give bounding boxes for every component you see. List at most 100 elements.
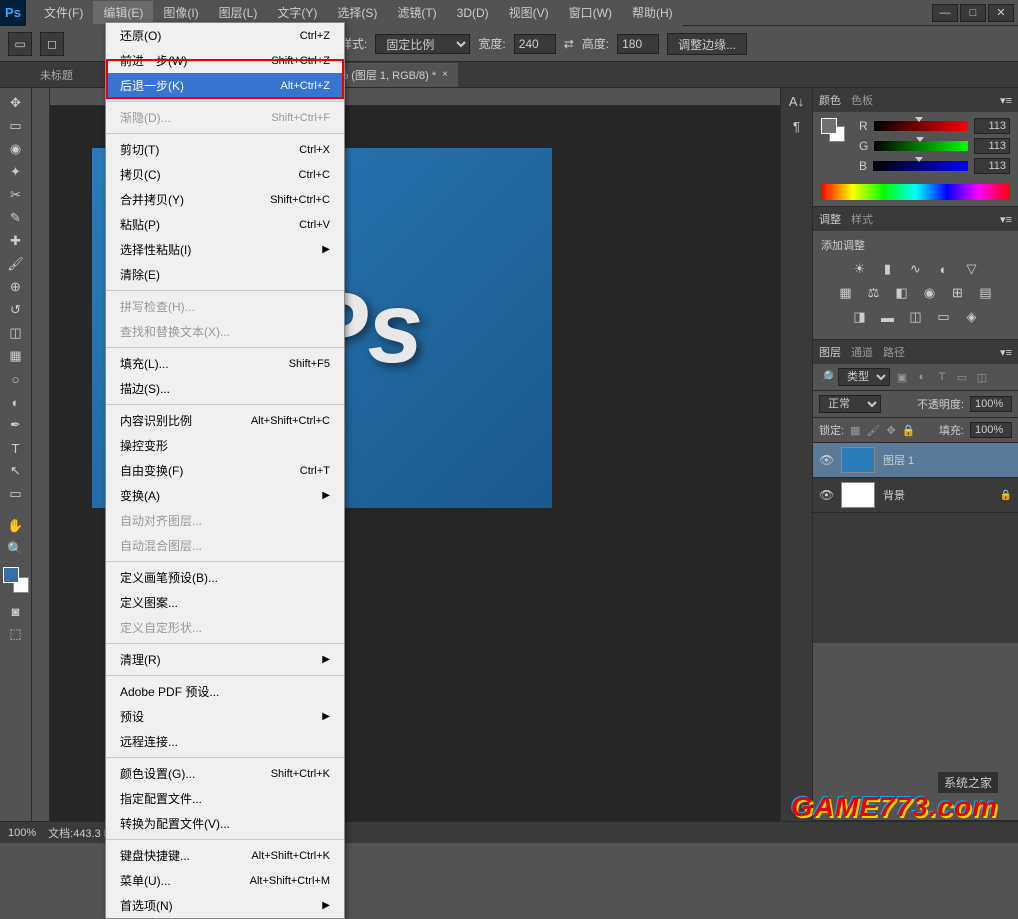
filter-adjust-icon[interactable]: ◐ [914,369,930,385]
stamp-tool[interactable]: ⊕ [4,276,28,298]
photo-filter-icon[interactable]: ◉ [921,285,939,301]
dodge-tool[interactable]: ◐ [4,391,28,413]
layer-thumbnail[interactable] [841,447,875,473]
maximize-button[interactable]: □ [960,4,986,22]
path-tool[interactable]: ↖ [4,460,28,482]
hand-tool[interactable]: ✋ [4,515,28,537]
panel-menu-icon[interactable]: ▾≡ [1000,346,1012,359]
menu-item[interactable]: 文字(Y) [267,1,327,24]
tab-channels[interactable]: 通道 [851,344,873,360]
menu-item[interactable]: 粘贴(P)Ctrl+V [106,212,344,237]
brush-tool[interactable]: 🖌 [4,253,28,275]
filter-type-icon[interactable]: T [934,369,950,385]
color-swatch[interactable] [3,567,29,593]
menu-item[interactable]: 图像(I) [153,1,208,24]
g-slider[interactable] [874,141,968,151]
blur-tool[interactable]: ○ [4,368,28,390]
menu-item[interactable]: 清理(R)▶ [106,647,344,672]
panel-menu-icon[interactable]: ▾≡ [1000,213,1012,226]
menu-item[interactable]: 选择性粘贴(I)▶ [106,237,344,262]
brightness-icon[interactable]: ☀ [851,261,869,277]
tab-swatches[interactable]: 色板 [851,92,873,108]
layer-row[interactable]: 👁图层 1 [813,443,1018,478]
menu-item[interactable]: 后退一步(K)Alt+Ctrl+Z [106,73,344,98]
close-button[interactable]: ✕ [988,4,1014,22]
menu-item[interactable]: 内容识别比例Alt+Shift+Ctrl+C [106,408,344,433]
lookup-icon[interactable]: ▤ [977,285,995,301]
menu-item[interactable]: 变换(A)▶ [106,483,344,508]
menu-item[interactable]: 剪切(T)Ctrl+X [106,137,344,162]
panel-menu-icon[interactable]: ▾≡ [1000,94,1012,107]
selective-icon[interactable]: ◈ [963,309,981,325]
menu-item[interactable]: 键盘快捷键...Alt+Shift+Ctrl+K [106,843,344,868]
color-panel-swatch[interactable] [821,118,845,142]
swap-icon[interactable]: ⇄ [564,37,574,51]
tool-preset-icon[interactable]: ▭ [8,32,32,56]
invert-icon[interactable]: ◨ [851,309,869,325]
menu-item[interactable]: 拷贝(C)Ctrl+C [106,162,344,187]
menu-item[interactable]: 定义画笔预设(B)... [106,565,344,590]
menu-item[interactable]: 选择(S) [327,1,387,24]
r-slider[interactable] [874,121,968,131]
menu-item[interactable]: 首选项(N)▶ [106,893,344,918]
zoom-tool[interactable]: 🔍 [4,538,28,560]
blend-mode-select[interactable]: 正常 [819,395,881,413]
menu-item[interactable]: 清除(E) [106,262,344,287]
wand-tool[interactable]: ✦ [4,161,28,183]
menu-item[interactable]: 窗口(W) [559,1,622,24]
filter-type-select[interactable]: 类型 [838,368,890,386]
vibrance-icon[interactable]: ▽ [963,261,981,277]
char-panel-icon[interactable]: A↓ [789,94,804,109]
move-tool[interactable]: ✥ [4,92,28,114]
lock-pos-icon[interactable]: ✥ [886,424,895,437]
pen-tool[interactable]: ✒ [4,414,28,436]
gradient-tool[interactable]: ▦ [4,345,28,367]
menu-item[interactable]: 图层(L) [209,1,268,24]
crop-tool[interactable]: ✂ [4,184,28,206]
tab-adjustments[interactable]: 调整 [819,211,841,227]
exposure-icon[interactable]: ◐ [935,261,953,277]
menu-item[interactable]: 还原(O)Ctrl+Z [106,23,344,48]
layer-thumbnail[interactable] [841,482,875,508]
tab-paths[interactable]: 路径 [883,344,905,360]
menu-item[interactable]: Adobe PDF 预设... [106,679,344,704]
r-input[interactable] [974,118,1010,134]
foreground-color[interactable] [3,567,19,583]
menu-item[interactable]: 帮助(H) [622,1,683,24]
tab-layers[interactable]: 图层 [819,344,841,360]
screenmode-tool[interactable]: ⬚ [4,623,28,645]
menu-item[interactable]: 预设▶ [106,704,344,729]
filter-smart-icon[interactable]: ◫ [974,369,990,385]
threshold-icon[interactable]: ◫ [907,309,925,325]
width-input[interactable] [514,34,556,54]
menu-item[interactable]: 文件(F) [34,1,93,24]
menu-item[interactable]: 菜单(U)...Alt+Shift+Ctrl+M [106,868,344,893]
bw-icon[interactable]: ◧ [893,285,911,301]
g-input[interactable] [974,138,1010,154]
menu-item[interactable]: 远程连接... [106,729,344,754]
color-spectrum[interactable] [821,184,1010,200]
minimize-button[interactable]: — [932,4,958,22]
filter-pixel-icon[interactable]: ▣ [894,369,910,385]
refine-edge-button[interactable]: 调整边缘... [667,33,747,55]
heal-tool[interactable]: ✚ [4,230,28,252]
shape-tool[interactable]: ▭ [4,483,28,505]
history-brush-tool[interactable]: ↺ [4,299,28,321]
menu-item[interactable]: 指定配置文件... [106,786,344,811]
mixer-icon[interactable]: ⊞ [949,285,967,301]
visibility-icon[interactable]: 👁 [819,453,833,467]
hue-icon[interactable]: ▦ [837,285,855,301]
type-tool[interactable]: T [4,437,28,459]
layer-row[interactable]: 👁背景🔒 [813,478,1018,513]
fill-input[interactable] [970,422,1012,438]
height-input[interactable] [617,34,659,54]
doctab-close-icon[interactable]: × [442,69,448,80]
filter-search-icon[interactable]: 🔎 [819,370,834,384]
lock-all-icon[interactable]: 🔒 [902,424,916,437]
balance-icon[interactable]: ⚖ [865,285,883,301]
tab-styles[interactable]: 样式 [851,211,873,227]
opacity-input[interactable] [970,396,1012,412]
menu-item[interactable]: 自由变换(F)Ctrl+T [106,458,344,483]
b-slider[interactable] [873,161,968,171]
lock-paint-icon[interactable]: 🖌 [866,424,880,437]
